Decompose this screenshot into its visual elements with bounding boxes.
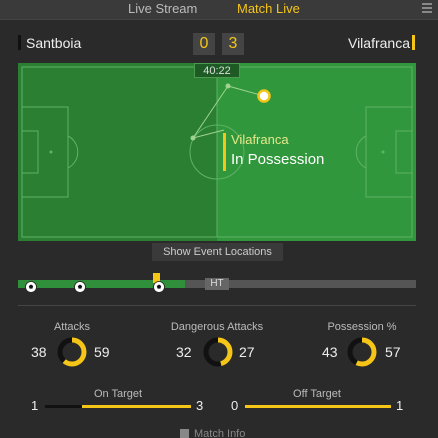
- away-score: 3: [222, 33, 244, 55]
- away-team-color-bar: [412, 35, 415, 50]
- ball-position: [257, 89, 271, 103]
- dangerous-attacks-home: 32: [176, 344, 192, 360]
- off-target-bar: [245, 405, 391, 408]
- on-target-away: 3: [196, 398, 204, 413]
- divider: [18, 305, 416, 306]
- off-target-away-fill: [245, 405, 391, 408]
- football-icon: [153, 281, 165, 293]
- event-point: [225, 83, 231, 89]
- home-score: 0: [193, 33, 215, 55]
- match-clock: 40:22: [194, 63, 240, 78]
- show-event-locations-button[interactable]: Show Event Locations: [152, 243, 283, 261]
- home-team-name: Santboia: [26, 35, 82, 51]
- on-target-home: 1: [31, 398, 39, 413]
- info-icon: [180, 429, 189, 438]
- possession-team: Vilafranca: [231, 132, 289, 147]
- tab-match-live[interactable]: Match Live: [237, 1, 300, 17]
- football-icon: [25, 281, 37, 293]
- menu-icon[interactable]: [422, 3, 434, 15]
- football-icon: [74, 281, 86, 293]
- away-team-name: Vilafranca: [347, 35, 410, 51]
- pitch: 40:22 Vilafranca In Possession: [18, 63, 416, 241]
- possession-home: 43: [322, 344, 338, 360]
- on-target-label: On Target: [93, 388, 143, 400]
- attacks-label: Attacks: [53, 321, 91, 333]
- tab-live-stream[interactable]: Live Stream: [128, 1, 197, 17]
- dangerous-attacks-label: Dangerous Attacks: [170, 321, 264, 333]
- match-info-link[interactable]: Match Info: [180, 428, 245, 438]
- home-team-color-bar: [18, 35, 21, 50]
- off-target-home: 0: [231, 398, 239, 413]
- event-point: [190, 135, 196, 141]
- on-target-bar: [45, 405, 191, 408]
- dangerous-attacks-away: 27: [239, 344, 255, 360]
- possession-stat-label: Possession %: [327, 321, 397, 333]
- attacks-donut: [57, 337, 87, 367]
- pitch-markings: [18, 63, 416, 241]
- dangerous-attacks-donut: [203, 337, 233, 367]
- off-target-label: Off Target: [293, 388, 341, 400]
- possession-donut: [347, 337, 377, 367]
- attacks-home: 38: [31, 344, 47, 360]
- possession-indicator-bar: [223, 133, 226, 171]
- attacks-away: 59: [94, 344, 110, 360]
- halftime-marker: HT: [205, 278, 229, 290]
- possession-away: 57: [385, 344, 401, 360]
- match-info-label: Match Info: [194, 428, 246, 438]
- on-target-away-fill: [81, 405, 191, 408]
- off-target-away: 1: [396, 398, 404, 413]
- tab-bar: Live Stream Match Live: [0, 0, 438, 20]
- possession-label: In Possession: [231, 151, 325, 168]
